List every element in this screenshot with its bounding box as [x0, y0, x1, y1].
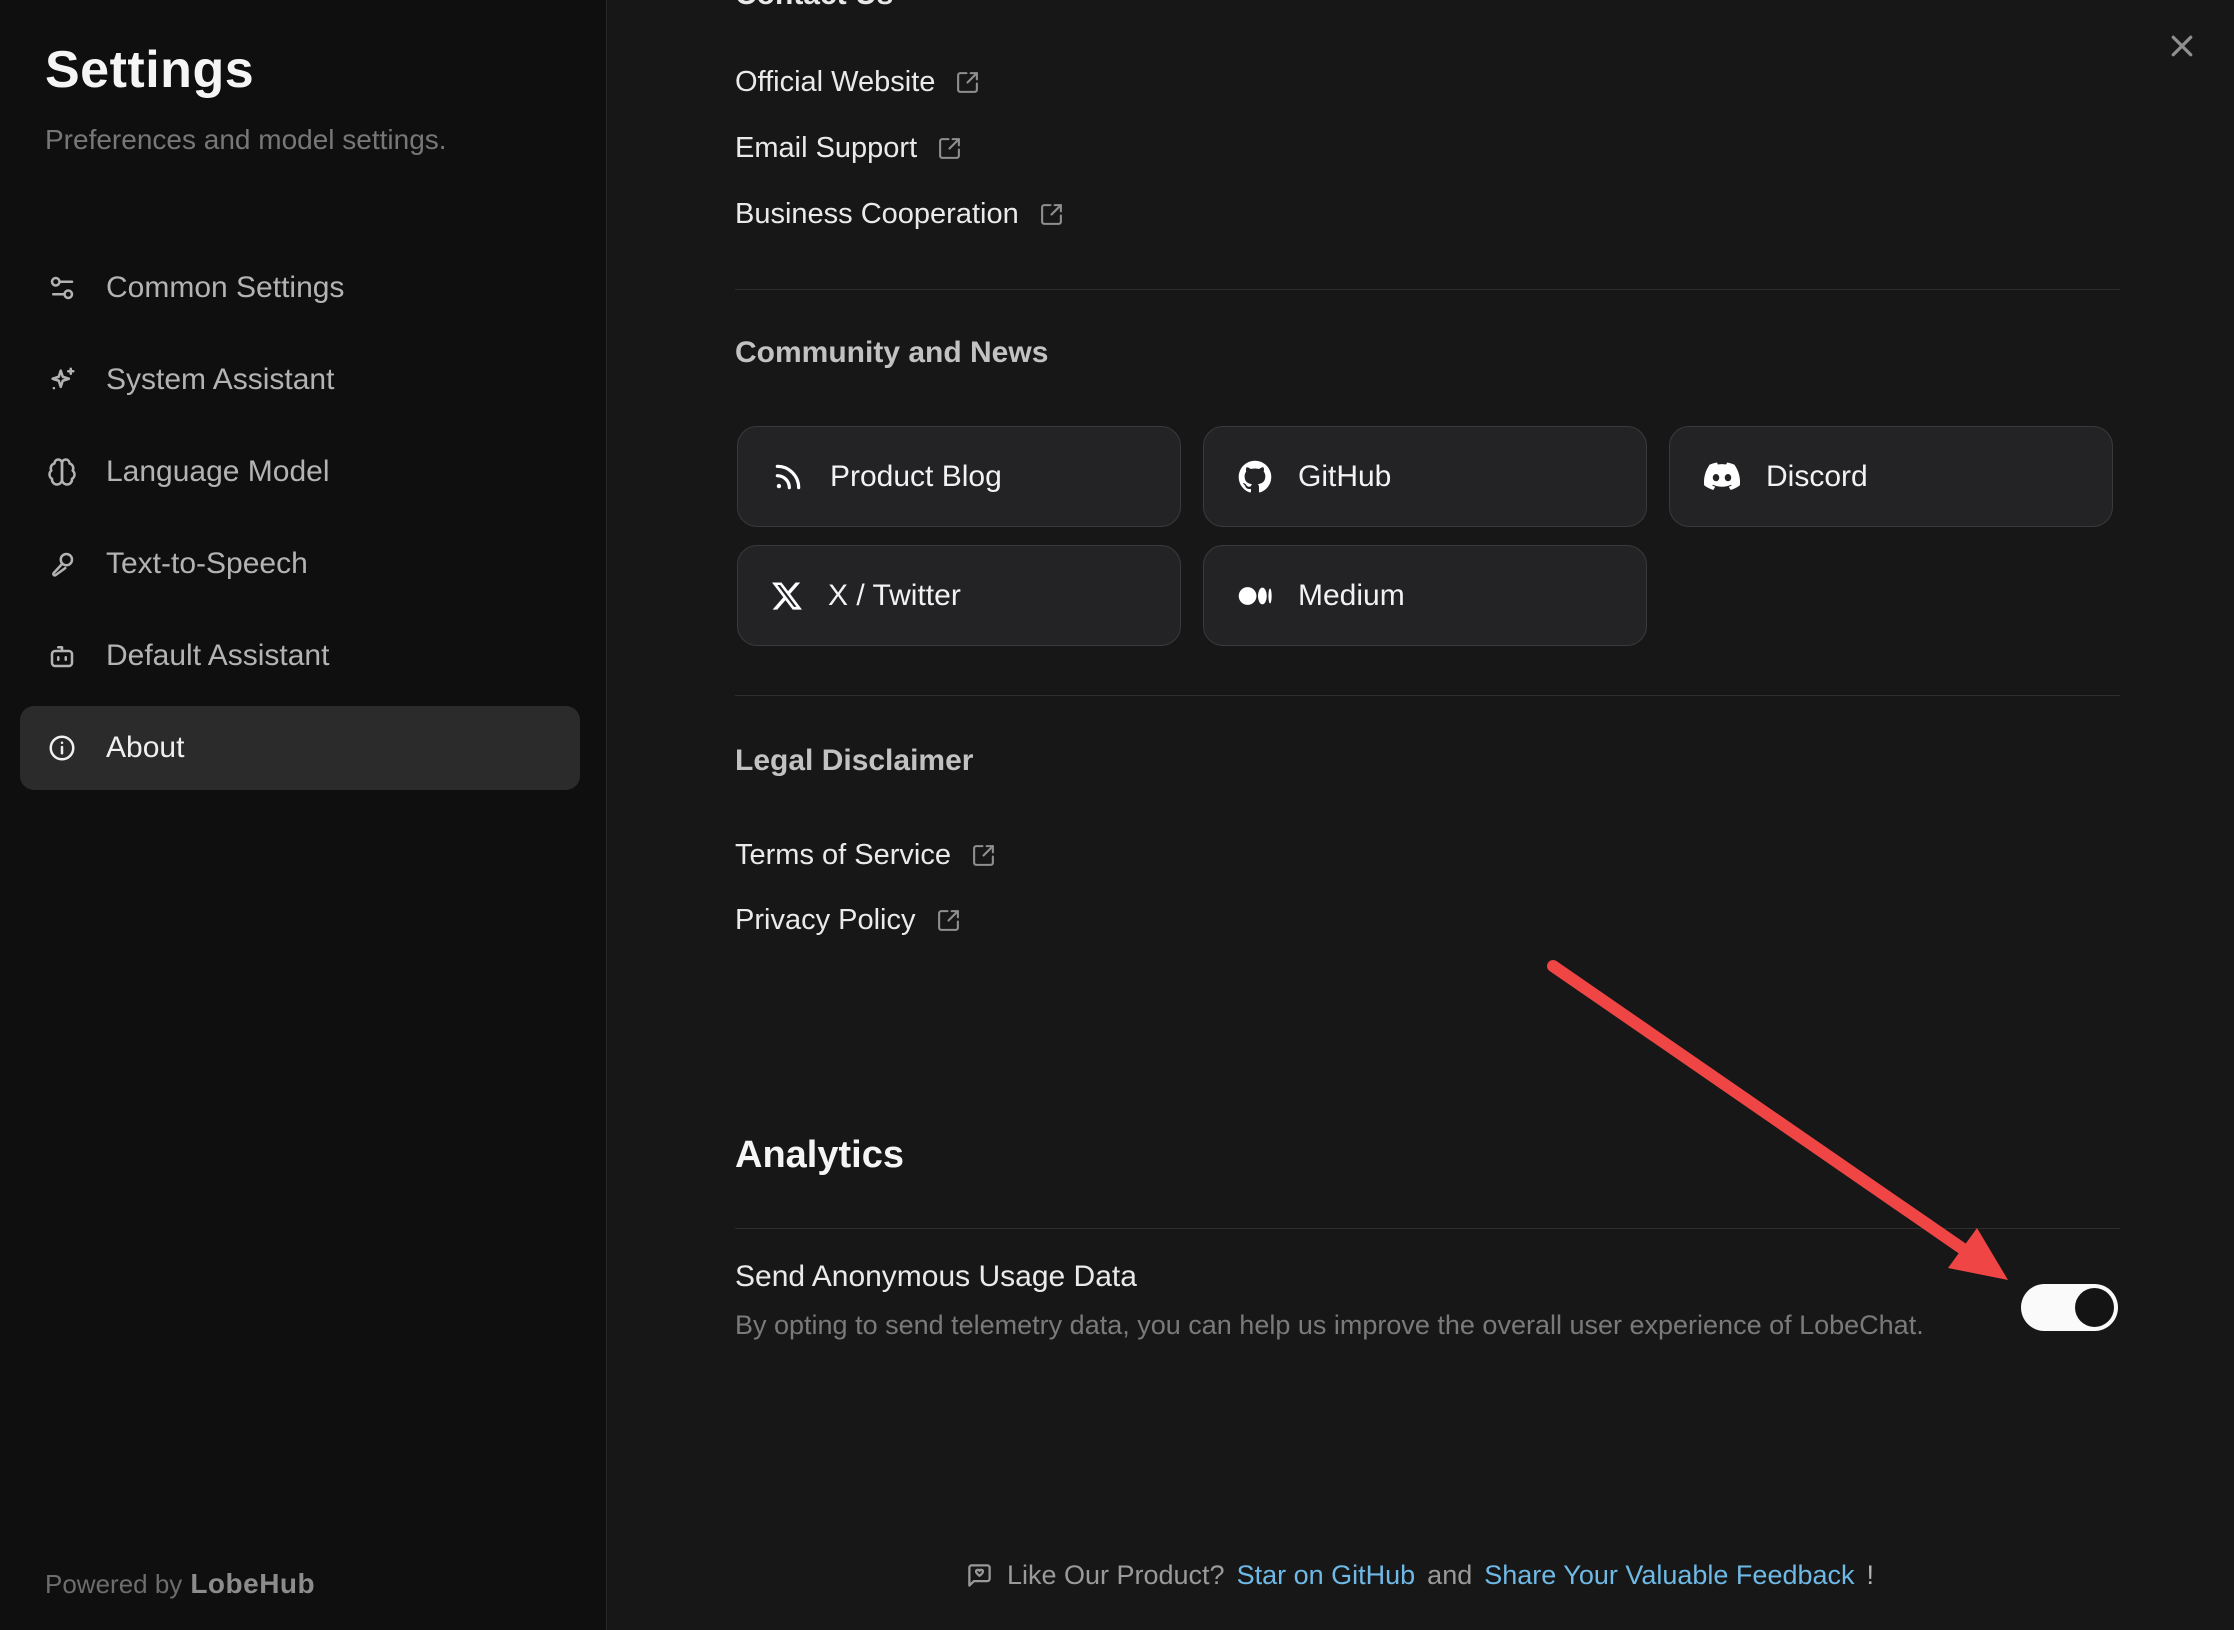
sidebar-item-label: Text-to-Speech — [106, 547, 308, 581]
medium-icon — [1238, 579, 1272, 613]
official-website-link[interactable]: Official Website — [735, 62, 980, 102]
sidebar-item-language-model[interactable]: Language Model — [20, 430, 580, 514]
button-label: X / Twitter — [828, 579, 961, 613]
close-icon — [2167, 31, 2197, 61]
legal-section-title: Legal Disclaimer — [735, 744, 973, 778]
settings-modal: Settings Preferences and model settings.… — [0, 0, 2234, 1630]
link-label: Business Cooperation — [735, 198, 1019, 231]
send-usage-data-label: Send Anonymous Usage Data — [735, 1260, 1137, 1294]
button-label: GitHub — [1298, 460, 1391, 494]
message-heart-icon — [966, 1562, 993, 1589]
close-button[interactable] — [2156, 20, 2208, 72]
share-feedback-link[interactable]: Share Your Valuable Feedback — [1484, 1560, 1854, 1591]
link-label: Privacy Policy — [735, 904, 916, 937]
powered-by: Powered by LobeHub — [45, 1568, 315, 1600]
toggle-knob — [2075, 1288, 2114, 1327]
sparkles-icon — [46, 364, 78, 396]
x-twitter-icon — [772, 581, 802, 611]
page-subtitle: Preferences and model settings. — [45, 124, 447, 156]
sidebar-item-label: System Assistant — [106, 363, 334, 397]
x-twitter-button[interactable]: X / Twitter — [737, 545, 1181, 646]
settings-nav: Common Settings System Assistant Languag… — [20, 246, 580, 798]
external-link-icon — [936, 908, 961, 933]
section-divider — [735, 1228, 2120, 1229]
lobehub-brand: LobeHub — [190, 1568, 315, 1599]
terms-of-service-link[interactable]: Terms of Service — [735, 835, 996, 875]
link-label: Terms of Service — [735, 839, 951, 872]
sliders-icon — [46, 272, 78, 304]
rss-icon — [772, 461, 804, 493]
page-title: Settings — [45, 40, 254, 100]
section-divider — [735, 289, 2120, 290]
discord-icon — [1704, 459, 1740, 495]
sidebar-item-about[interactable]: About — [20, 706, 580, 790]
send-usage-data-toggle[interactable] — [2021, 1284, 2118, 1331]
github-button[interactable]: GitHub — [1203, 426, 1647, 527]
sidebar-item-common-settings[interactable]: Common Settings — [20, 246, 580, 330]
github-icon — [1238, 460, 1272, 494]
sidebar-item-system-assistant[interactable]: System Assistant — [20, 338, 580, 422]
sidebar-item-label: Common Settings — [106, 271, 344, 305]
sidebar-item-label: Language Model — [106, 455, 330, 489]
discord-button[interactable]: Discord — [1669, 426, 2113, 527]
link-label: Email Support — [735, 132, 917, 165]
sidebar-item-text-to-speech[interactable]: Text-to-Speech — [20, 522, 580, 606]
analytics-section-title: Analytics — [735, 1134, 904, 1177]
brain-icon — [46, 456, 78, 488]
sidebar-item-label: About — [106, 731, 184, 765]
button-label: Product Blog — [830, 460, 1002, 494]
mic-icon — [46, 548, 78, 580]
settings-sidebar: Settings Preferences and model settings.… — [0, 0, 607, 1630]
product-blog-button[interactable]: Product Blog — [737, 426, 1181, 527]
medium-button[interactable]: Medium — [1203, 545, 1647, 646]
product-footer: Like Our Product? Star on GitHub and Sha… — [606, 1560, 2234, 1591]
bot-icon — [46, 640, 78, 672]
external-link-icon — [937, 136, 962, 161]
button-label: Discord — [1766, 460, 1868, 494]
external-link-icon — [1039, 202, 1064, 227]
footer-text: and — [1427, 1560, 1472, 1591]
section-divider — [735, 695, 2120, 696]
external-link-icon — [971, 843, 996, 868]
button-label: Medium — [1298, 579, 1405, 613]
sidebar-item-default-assistant[interactable]: Default Assistant — [20, 614, 580, 698]
contact-us-title-clipped: Contact Us — [735, 0, 893, 12]
info-icon — [46, 732, 78, 764]
link-label: Official Website — [735, 66, 935, 99]
community-section-title: Community and News — [735, 336, 1048, 370]
external-link-icon — [955, 70, 980, 95]
footer-text: ! — [1867, 1560, 1875, 1591]
business-cooperation-link[interactable]: Business Cooperation — [735, 194, 1064, 234]
star-on-github-link[interactable]: Star on GitHub — [1237, 1560, 1416, 1591]
footer-text: Like Our Product? — [1007, 1560, 1225, 1591]
sidebar-item-label: Default Assistant — [106, 639, 329, 673]
powered-by-text: Powered by — [45, 1569, 182, 1599]
privacy-policy-link[interactable]: Privacy Policy — [735, 900, 961, 940]
send-usage-data-description: By opting to send telemetry data, you ca… — [735, 1310, 1924, 1341]
email-support-link[interactable]: Email Support — [735, 128, 962, 168]
